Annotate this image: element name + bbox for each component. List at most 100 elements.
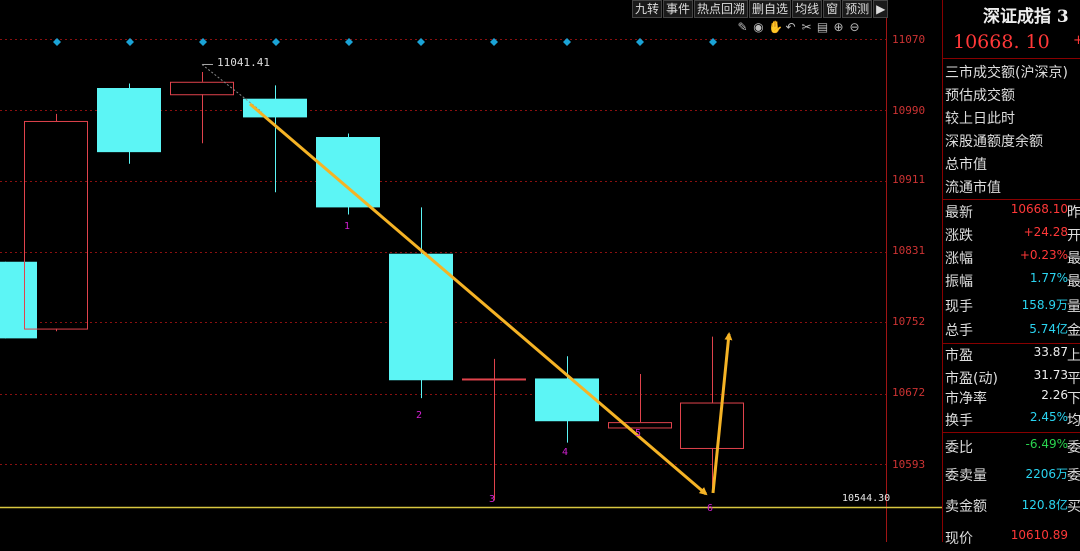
quote-key: 市净率 xyxy=(945,391,987,407)
quote-row: 涨跌 +24.28 开 xyxy=(943,225,1080,248)
quote-key: 卖金额 xyxy=(945,499,987,515)
scissors-icon[interactable]: ✂ xyxy=(800,20,813,34)
jiuzhuan-button[interactable]: 九转 xyxy=(632,0,663,18)
event-button[interactable]: 事件 xyxy=(663,0,694,18)
wave-label-1: 1 xyxy=(344,221,351,232)
quote-key: 委卖量 xyxy=(945,468,987,484)
drawing-tools: ✎ ◉ ✋ ↶ ✂ ▤ ⊕ ⊖ xyxy=(736,20,861,34)
info-est-turnover: 预估成交额 xyxy=(945,88,1015,104)
quote-row: 委比 -6.49% 委 xyxy=(943,437,1080,460)
info-total-mcap: 总市值 xyxy=(945,157,987,173)
candle-body xyxy=(680,402,744,449)
hotspot-button[interactable]: 热点回溯 xyxy=(694,0,749,18)
info-sz-connect: 深股通额度余额 xyxy=(945,134,1043,150)
y-tick-label: 10672 xyxy=(892,386,926,399)
candle-body xyxy=(389,253,453,381)
quote-row: 市盈 33.87 上 xyxy=(943,345,1080,368)
info-vs-prev: 较上日此时 xyxy=(945,111,1015,127)
zoom-in-icon[interactable]: ⊕ xyxy=(832,20,845,34)
high-price-label: 11041.41 xyxy=(217,56,270,69)
wave-label-4: 4 xyxy=(562,447,569,458)
quote-key: 市盈 xyxy=(945,348,973,364)
quote-side-label: 买 xyxy=(1067,499,1080,515)
quote-value: 10668.10 xyxy=(1010,202,1068,216)
quote-value: 10610.89 xyxy=(1010,528,1068,542)
ma-button[interactable]: 均线 xyxy=(792,0,823,18)
quote-value: +0.23% xyxy=(1019,248,1068,262)
quote-row: 现手 158.9万量 xyxy=(943,296,1080,319)
divider xyxy=(943,199,1080,200)
arrow-right-icon[interactable]: ▶ xyxy=(873,0,889,18)
quote-value: 2.26 xyxy=(1041,388,1068,402)
wave-label-2: 2 xyxy=(416,410,423,421)
undo-icon[interactable]: ↶ xyxy=(784,20,797,34)
index-title: 深证成指 3 xyxy=(983,7,1069,27)
quote-row: 市净率 2.26 下 xyxy=(943,388,1080,411)
chart-toolbar: 九转 事件 热点回溯 删自选 均线 窗 预测 ▶ xyxy=(632,0,889,18)
divider xyxy=(943,58,1080,59)
quote-key: 振幅 xyxy=(945,274,973,290)
price-change-sign: + xyxy=(1073,33,1080,48)
quote-key: 换手 xyxy=(945,413,973,429)
quote-key: 市盈(动) xyxy=(945,371,998,387)
quote-key: 委比 xyxy=(945,440,973,456)
price-line-label: 10544.30 xyxy=(842,493,891,504)
event-marker xyxy=(272,38,280,46)
quote-row: 振幅 1.77% 最 xyxy=(943,271,1080,294)
quote-key: 涨跌 xyxy=(945,228,973,244)
info-market-turnover: 三市成交额(沪深京) xyxy=(945,65,1068,81)
quote-value: -6.49% xyxy=(1025,437,1068,451)
quote-row: 总手 5.74亿金 xyxy=(943,320,1080,343)
eye-icon[interactable]: ◉ xyxy=(752,20,765,34)
y-tick-label: 10593 xyxy=(892,458,926,471)
candle-body xyxy=(170,81,234,96)
quote-panel: 深证成指 3 10668. 10 + 三市成交额(沪深京) 预估成交额 较上日此… xyxy=(942,0,1080,547)
y-tick-label: 10911 xyxy=(892,173,926,186)
pen-icon[interactable]: ✎ xyxy=(736,20,749,34)
zoom-out-icon[interactable]: ⊖ xyxy=(848,20,861,34)
kline-svg[interactable] xyxy=(0,0,942,542)
candle-body xyxy=(535,378,599,422)
y-tick-label: 11070 xyxy=(892,33,926,46)
event-marker xyxy=(53,38,61,46)
quote-row: 最新 10668.10 昨 xyxy=(943,202,1080,225)
quote-row: 换手 2.45% 均 xyxy=(943,410,1080,433)
y-tick-label: 10831 xyxy=(892,244,926,257)
window-button[interactable]: 窗 xyxy=(823,0,842,18)
quote-value: 1.77% xyxy=(1029,271,1068,285)
info-float-mcap: 流通市值 xyxy=(945,180,1001,196)
quote-key: 现价 xyxy=(945,531,973,547)
quote-side-label: 委 xyxy=(1067,440,1080,456)
candle-body xyxy=(97,88,161,153)
kline-chart[interactable]: 九转 事件 热点回溯 删自选 均线 窗 预测 ▶ ✎ ◉ ✋ ↶ ✂ ▤ ⊕ ⊖… xyxy=(0,0,942,542)
quote-value: 158.9万 xyxy=(1021,298,1068,312)
event-marker xyxy=(636,38,644,46)
candle-body xyxy=(462,378,526,381)
wave-label-5: 5 xyxy=(635,428,642,439)
quote-side-label: 均 xyxy=(1067,413,1080,429)
divider xyxy=(943,343,1080,344)
quote-value: 2206万 xyxy=(1025,467,1068,481)
y-tick-label: 10990 xyxy=(892,104,926,117)
quote-row: 涨幅 +0.23% 最 xyxy=(943,248,1080,271)
candle-body xyxy=(316,137,380,208)
quote-value: +24.28 xyxy=(1023,225,1068,239)
quote-row: 卖金额 120.8亿买 xyxy=(943,496,1080,519)
quote-row: 现价 10610.89 xyxy=(943,528,1080,551)
quote-value: 5.74亿 xyxy=(1029,322,1068,336)
hand-icon[interactable]: ✋ xyxy=(768,20,783,34)
remove-watchlist-button[interactable]: 删自选 xyxy=(749,0,792,18)
quote-side-label: 最 xyxy=(1067,274,1080,290)
quote-side-label: 开 xyxy=(1067,228,1080,244)
y-tick-label: 10752 xyxy=(892,315,926,328)
trash-icon[interactable]: ▤ xyxy=(816,20,829,34)
wave-label-6: 6 xyxy=(707,503,714,514)
event-marker xyxy=(417,38,425,46)
forecast-button[interactable]: 预测 xyxy=(842,0,873,18)
quote-row: 委卖量 2206万委 xyxy=(943,465,1080,488)
quote-key: 总手 xyxy=(945,323,973,339)
wave-label-3: 3 xyxy=(489,494,496,505)
quote-key: 涨幅 xyxy=(945,251,973,267)
quote-side-label: 量 xyxy=(1067,299,1080,315)
quote-value: 31.73 xyxy=(1033,368,1068,382)
